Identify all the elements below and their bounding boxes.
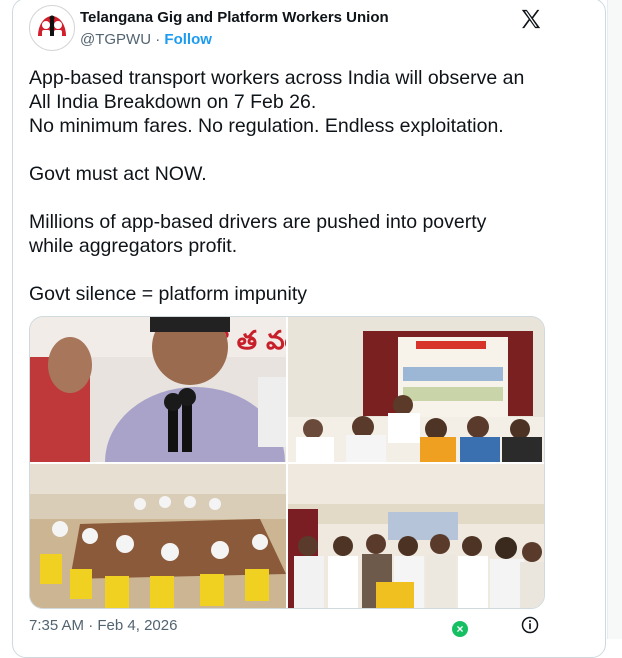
photo-meeting-hall[interactable] <box>30 464 286 608</box>
avatar[interactable] <box>29 5 75 51</box>
union-logo-icon <box>31 7 73 49</box>
account-handle-row: @TGPWU · Follow <box>80 31 212 48</box>
tweet-line: while aggregators profit. <box>29 235 238 257</box>
photo-press-meet[interactable] <box>288 317 544 462</box>
photo-group-gathering[interactable] <box>288 464 544 608</box>
tweet-line: Govt silence = platform impunity <box>29 283 307 305</box>
info-icon[interactable] <box>520 615 540 635</box>
time-separator: · <box>88 617 94 634</box>
photo-speaker[interactable]: ఆటో త వర్ధి <box>30 317 286 462</box>
tweet-line: Govt must act NOW. <box>29 163 207 185</box>
x-logo-icon[interactable] <box>520 8 542 30</box>
tweet-line: All India Breakdown on 7 Feb 26. <box>29 91 317 113</box>
tweet-line: App-based transport workers across India… <box>29 67 525 89</box>
handle-separator: · <box>155 31 161 48</box>
close-badge-icon[interactable]: × <box>452 621 468 637</box>
tweet-line: Millions of app-based drivers are pushed… <box>29 211 487 233</box>
tweet-timestamp[interactable]: 7:35 AM · Feb 4, 2026 <box>29 617 177 634</box>
account-handle[interactable]: @TGPWU <box>80 31 151 48</box>
media-grid: ఆటో త వర్ధి <box>29 316 545 609</box>
post-date: Feb 4, 2026 <box>97 617 178 634</box>
account-name[interactable]: Telangana Gig and Platform Workers Union <box>80 9 389 26</box>
tweet-text: App-based transport workers across India… <box>29 66 589 306</box>
scrollbar-rail[interactable] <box>607 0 622 639</box>
post-time: 7:35 AM <box>29 617 85 634</box>
follow-button[interactable]: Follow <box>164 31 212 48</box>
tweet-line: No minimum fares. No regulation. Endless… <box>29 115 504 137</box>
